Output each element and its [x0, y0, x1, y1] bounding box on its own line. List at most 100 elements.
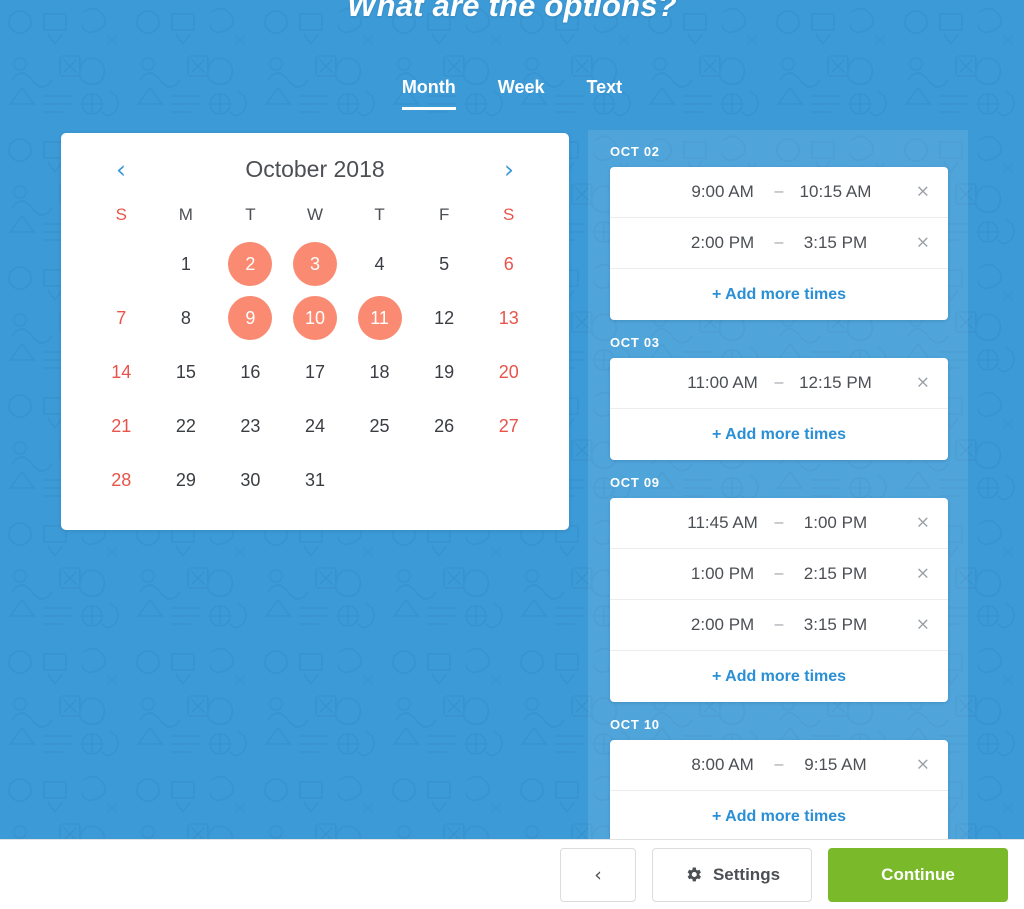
calendar-day-label: 18 — [369, 361, 390, 382]
calendar-day-empty — [89, 237, 154, 291]
calendar-week-row: 21 22 23 24 25 26 27 — [89, 399, 541, 453]
calendar-day-label: 21 — [111, 415, 132, 436]
calendar-day-label: 6 — [503, 253, 514, 274]
calendar-day[interactable]: 25 — [347, 399, 412, 453]
time-slot-card: 11:45 AM –1:00 PM × 1:00 PM –2:15 PM × 2:00 PM… — [610, 498, 948, 702]
slot-end-time[interactable]: 9:15 AM — [787, 755, 883, 775]
calendar-day[interactable]: 9 — [218, 291, 283, 345]
close-icon[interactable]: × — [916, 374, 930, 392]
calendar-day[interactable]: 23 — [218, 399, 283, 453]
chevron-left-icon[interactable]: ‹ — [107, 157, 135, 182]
calendar-day[interactable]: 6 — [476, 237, 541, 291]
calendar-day[interactable]: 30 — [218, 453, 283, 507]
calendar-day-label: 28 — [111, 469, 132, 490]
chevron-right-icon[interactable]: › — [495, 157, 523, 182]
settings-button[interactable]: Settings — [652, 847, 812, 902]
tab-week[interactable]: Week — [498, 78, 545, 110]
calendar-day[interactable]: 13 — [476, 291, 541, 345]
calendar-day-label: 16 — [240, 361, 261, 382]
add-more-times-button[interactable]: + Add more times — [610, 791, 948, 839]
close-icon[interactable]: × — [916, 514, 930, 532]
calendar-day[interactable]: 22 — [154, 399, 219, 453]
calendar-day-label: 12 — [434, 307, 455, 328]
day-option-group: OCT 02 9:00 AM –10:15 AM × 2:00 PM –3:15 PM × +… — [610, 144, 948, 320]
calendar-day[interactable]: 24 — [283, 399, 348, 453]
slot-start-time[interactable]: 11:45 AM — [675, 513, 771, 533]
calendar-day[interactable]: 5 — [412, 237, 477, 291]
add-more-times-button[interactable]: + Add more times — [610, 269, 948, 320]
calendar-day[interactable]: 1 — [154, 237, 219, 291]
calendar-day[interactable]: 21 — [89, 399, 154, 453]
calendar-day[interactable]: 10 — [283, 291, 348, 345]
tab-month[interactable]: Month — [401, 78, 456, 110]
calendar-weekday-row: SMTWTFS — [89, 205, 541, 225]
slot-dash: – — [774, 756, 784, 773]
calendar-day[interactable]: 17 — [283, 345, 348, 399]
calendar-day-label: 1 — [180, 253, 191, 274]
view-tabs: Month Week Text — [0, 78, 1024, 110]
weekday-header: W — [306, 205, 324, 224]
slot-end-time[interactable]: 3:15 PM — [787, 615, 883, 635]
calendar-day[interactable]: 29 — [154, 453, 219, 507]
continue-button[interactable]: Continue — [828, 847, 1008, 902]
slot-end-time[interactable]: 2:15 PM — [787, 564, 883, 584]
calendar-day[interactable]: 20 — [476, 345, 541, 399]
slot-start-time[interactable]: 2:00 PM — [675, 615, 771, 635]
calendar-day[interactable]: 28 — [89, 453, 154, 507]
weekday-header: F — [438, 205, 450, 224]
slot-start-time[interactable]: 2:00 PM — [675, 233, 771, 253]
close-icon[interactable]: × — [916, 756, 930, 774]
calendar-day-empty — [476, 453, 541, 507]
time-slot-card: 11:00 AM –12:15 PM × + Add more times — [610, 358, 948, 460]
back-button[interactable]: ‹ — [560, 847, 636, 902]
calendar-day[interactable]: 18 — [347, 345, 412, 399]
calendar-day[interactable]: 27 — [476, 399, 541, 453]
calendar-day[interactable]: 14 — [89, 345, 154, 399]
calendar-day[interactable]: 15 — [154, 345, 219, 399]
calendar-day[interactable]: 11 — [347, 291, 412, 345]
calendar-day[interactable]: 12 — [412, 291, 477, 345]
slot-start-time[interactable]: 9:00 AM — [675, 182, 771, 202]
calendar-day[interactable]: 8 — [154, 291, 219, 345]
time-options-panel[interactable]: OCT 02 9:00 AM –10:15 AM × 2:00 PM –3:15 PM × +… — [588, 130, 968, 839]
calendar-day-label: 25 — [369, 415, 390, 436]
calendar-day[interactable]: 7 — [89, 291, 154, 345]
slot-start-time[interactable]: 11:00 AM — [675, 373, 771, 393]
weekday-header: S — [115, 205, 127, 224]
slot-end-time[interactable]: 3:15 PM — [787, 233, 883, 253]
close-icon[interactable]: × — [916, 183, 930, 201]
slot-dash: – — [774, 234, 784, 251]
time-slot-row: 2:00 PM –3:15 PM × — [610, 218, 948, 269]
tab-text[interactable]: Text — [587, 78, 623, 110]
calendar-day[interactable]: 26 — [412, 399, 477, 453]
calendar-header: ‹ October 2018 › — [89, 133, 541, 205]
time-slot-row: 9:00 AM –10:15 AM × — [610, 167, 948, 218]
slot-end-time[interactable]: 1:00 PM — [787, 513, 883, 533]
day-option-group: OCT 10 8:00 AM –9:15 AM × + Add more times — [610, 717, 948, 839]
close-icon[interactable]: × — [916, 234, 930, 252]
slot-start-time[interactable]: 8:00 AM — [675, 755, 771, 775]
calendar-day-label — [99, 242, 143, 286]
calendar-day[interactable]: 4 — [347, 237, 412, 291]
calendar-day[interactable]: 19 — [412, 345, 477, 399]
chevron-left-icon: ‹ — [594, 863, 602, 886]
add-more-times-button[interactable]: + Add more times — [610, 409, 948, 460]
close-icon[interactable]: × — [916, 565, 930, 583]
add-more-times-button[interactable]: + Add more times — [610, 651, 948, 702]
slot-start-time[interactable]: 1:00 PM — [675, 564, 771, 584]
slot-dash: – — [774, 183, 784, 200]
page-title: What are the options? — [347, 0, 677, 23]
calendar-day[interactable]: 31 — [283, 453, 348, 507]
slot-dash: – — [774, 616, 784, 633]
slot-end-time[interactable]: 10:15 AM — [787, 182, 883, 202]
close-icon[interactable]: × — [916, 616, 930, 634]
time-slot-card: 8:00 AM –9:15 AM × + Add more times — [610, 740, 948, 839]
time-slot-row: 1:00 PM –2:15 PM × — [610, 549, 948, 600]
calendar-day[interactable]: 2 — [218, 237, 283, 291]
calendar-day[interactable]: 3 — [283, 237, 348, 291]
calendar-week-row: 28 29 30 31 — [89, 453, 541, 507]
slot-end-time[interactable]: 12:15 PM — [787, 373, 883, 393]
calendar-day[interactable]: 16 — [218, 345, 283, 399]
time-slot-row: 11:00 AM –12:15 PM × — [610, 358, 948, 409]
calendar-day-label: 17 — [304, 361, 325, 382]
